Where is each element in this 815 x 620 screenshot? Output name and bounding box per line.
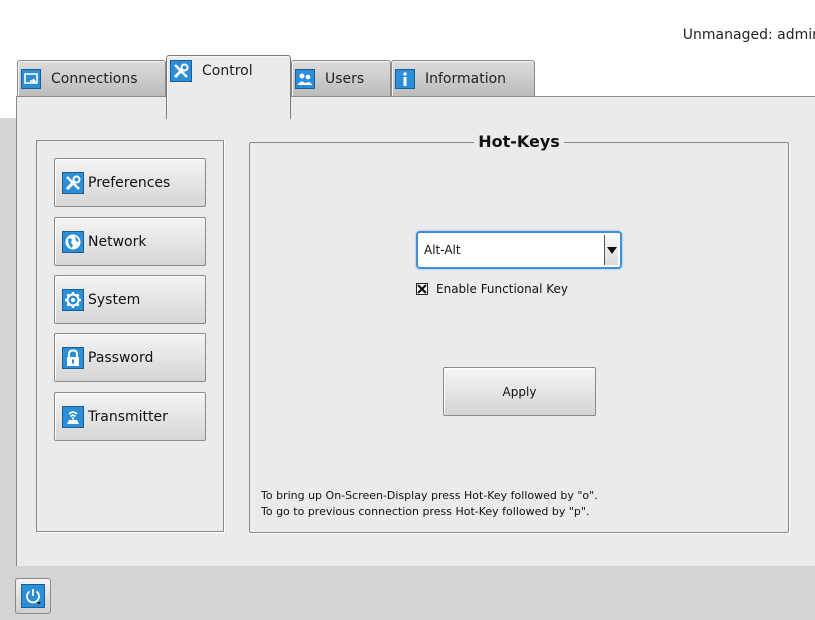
sidebar-item-label: Transmitter: [88, 408, 168, 425]
hotkey-select[interactable]: Alt-Alt: [416, 231, 622, 269]
transmitter-icon: [62, 405, 84, 428]
lock-icon: [62, 346, 84, 369]
power-menu-icon: [21, 584, 45, 608]
users-icon: [295, 68, 315, 89]
sidebar-item-system[interactable]: System: [54, 275, 206, 324]
chevron-down-icon[interactable]: [604, 235, 618, 265]
hotkeys-title: Hot-Keys: [474, 132, 564, 151]
hint-text-osd: To bring up On-Screen-Display press Hot-…: [261, 489, 598, 502]
sidebar-item-network[interactable]: Network: [54, 217, 206, 266]
tab-connections[interactable]: Connections: [17, 60, 166, 96]
sidebar-item-label: Preferences: [88, 174, 171, 191]
functional-key-option[interactable]: Enable Functional Key: [416, 282, 568, 296]
hotkeys-panel: Hot-Keys Alt-Alt Enable Functional Key A…: [249, 132, 789, 533]
tab-users[interactable]: Users: [291, 60, 391, 96]
apply-button[interactable]: Apply: [443, 367, 596, 416]
monitor-arrow-icon: [21, 68, 41, 89]
tools-icon: [170, 60, 192, 82]
power-menu-button[interactable]: [15, 578, 51, 614]
sidebar-item-label: Network: [88, 233, 147, 250]
sidebar-item-password[interactable]: Password: [54, 333, 206, 382]
gear-icon: [62, 288, 84, 311]
tab-label: Users: [325, 70, 365, 87]
tab-label: Connections: [51, 70, 138, 87]
hint-text-previous: To go to previous connection press Hot-K…: [261, 505, 590, 518]
functional-key-checkbox[interactable]: [416, 283, 428, 295]
tab-information[interactable]: Information: [391, 60, 535, 96]
functional-key-label: Enable Functional Key: [436, 282, 568, 296]
tools-icon: [62, 171, 84, 194]
sidebar-item-label: Password: [88, 349, 154, 366]
hotkey-select-value: Alt-Alt: [424, 243, 461, 257]
tab-label: Control: [202, 63, 253, 79]
status-text: Unmanaged: admin: [682, 27, 815, 43]
sidebar-item-preferences[interactable]: Preferences: [54, 158, 206, 207]
tab-label: Information: [425, 70, 507, 87]
control-content-panel: Preferences Network System Password Tran…: [16, 96, 815, 566]
sidebar-item-transmitter[interactable]: Transmitter: [54, 392, 206, 441]
control-sidebar: Preferences Network System Password Tran…: [36, 140, 224, 532]
tab-control[interactable]: Control: [166, 55, 291, 119]
sidebar-item-label: System: [88, 291, 141, 308]
info-icon: [395, 68, 415, 89]
globe-icon: [62, 230, 84, 253]
